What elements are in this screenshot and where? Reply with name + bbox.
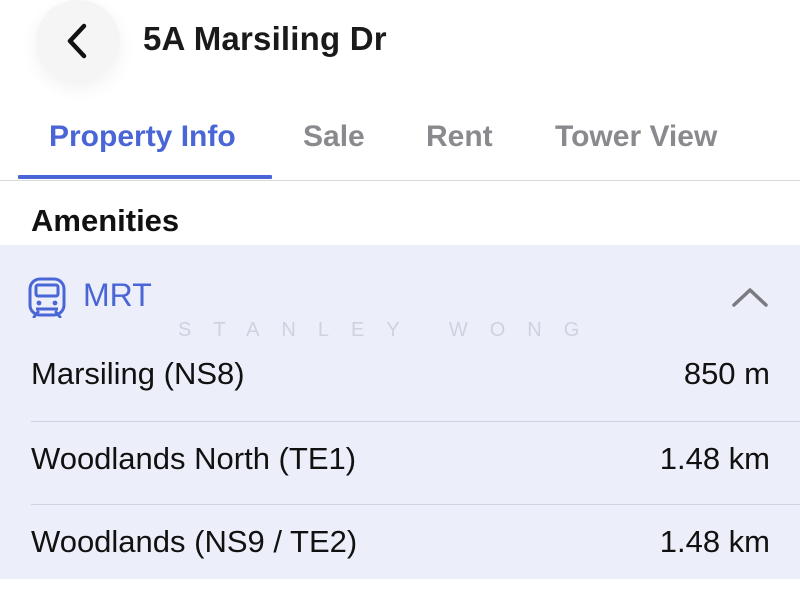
mrt-panel: MRT STANLEY WONG Marsiling (NS8) 850 m W… <box>0 245 800 579</box>
tab-rent[interactable]: Rent <box>426 120 493 154</box>
list-item[interactable]: Woodlands North (TE1) 1.48 km <box>0 422 800 506</box>
tab-property-info[interactable]: Property Info <box>49 120 236 154</box>
section-title-amenities: Amenities <box>31 203 180 238</box>
mrt-panel-header[interactable]: MRT STANLEY WONG <box>0 245 800 349</box>
back-button[interactable] <box>36 0 120 82</box>
station-name: Woodlands North (TE1) <box>31 441 357 476</box>
active-tab-indicator <box>18 175 272 179</box>
station-distance: 850 m <box>683 356 770 391</box>
train-icon <box>28 277 66 318</box>
tab-bar: Property Info Sale Rent Tower View <box>0 100 800 181</box>
page-title: 5A Marsiling Dr <box>143 20 387 57</box>
chevron-left-icon <box>67 23 87 59</box>
station-name: Marsiling (NS8) <box>31 356 245 391</box>
tab-tower-view[interactable]: Tower View <box>555 120 717 154</box>
top-bar: 5A Marsiling Dr <box>0 0 800 100</box>
list-item[interactable]: Marsiling (NS8) 850 m <box>0 337 800 421</box>
list-item[interactable]: Woodlands (NS9 / TE2) 1.48 km <box>0 505 800 589</box>
station-distance: 1.48 km <box>659 441 770 476</box>
tab-sale[interactable]: Sale <box>303 120 365 154</box>
chevron-up-icon[interactable] <box>730 285 770 309</box>
station-distance: 1.48 km <box>659 524 770 559</box>
station-name: Woodlands (NS9 / TE2) <box>31 524 358 559</box>
mrt-panel-title: MRT <box>83 277 152 313</box>
